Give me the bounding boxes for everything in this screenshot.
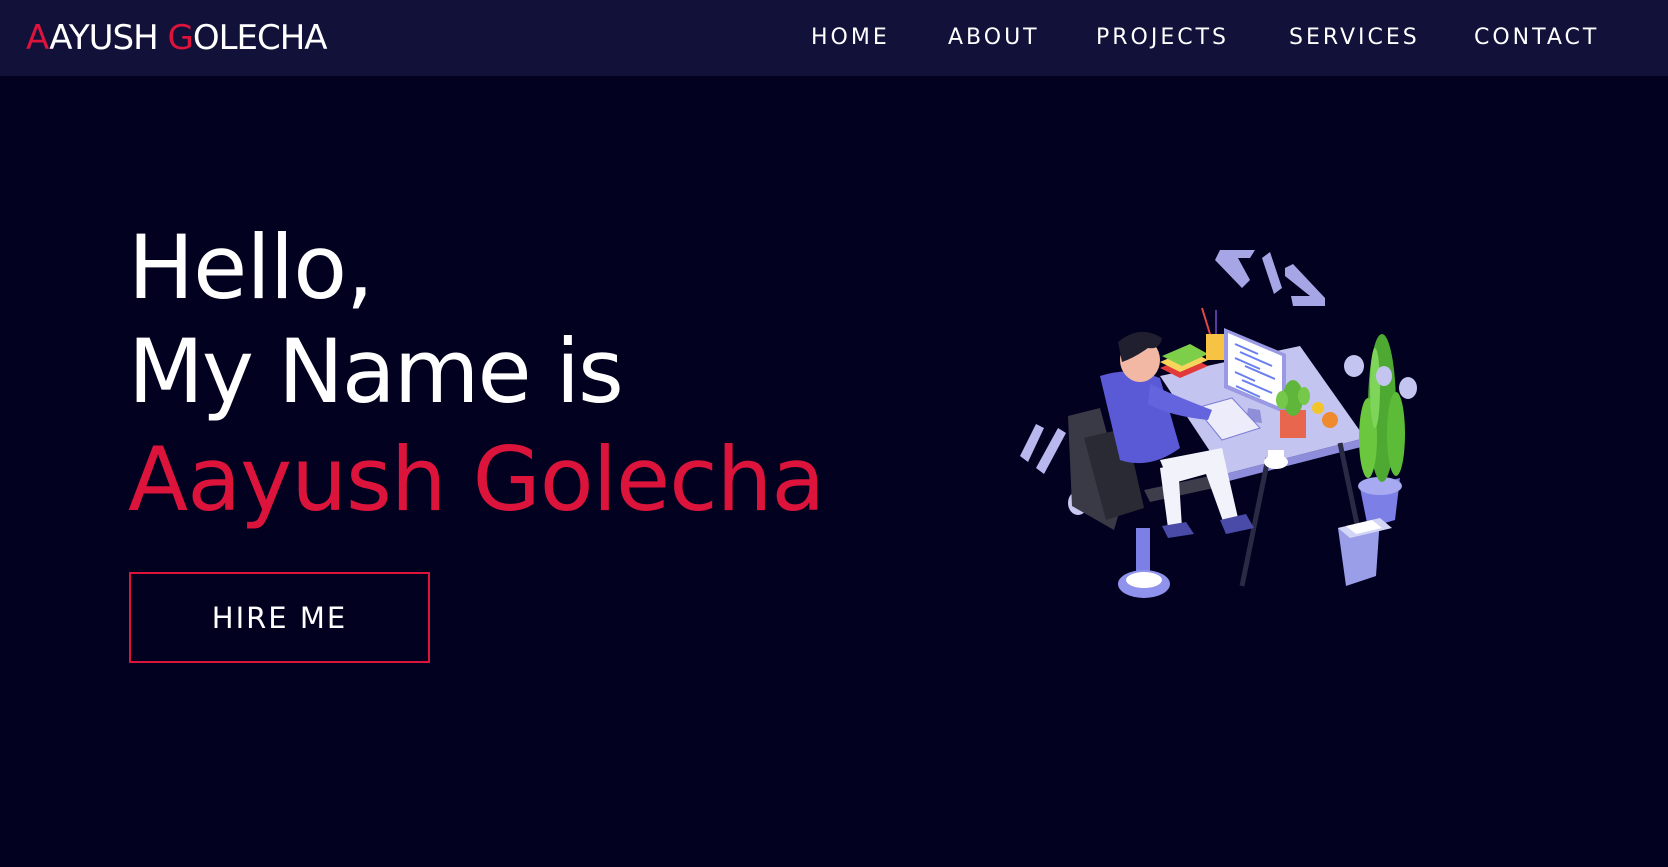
nav-link-about[interactable]: ABOUT [948,24,1040,52]
nav-menu: HOME ABOUT PROJECTS SERVICES CONTACT [0,24,1668,52]
hero-greeting: Hello, [128,216,374,319]
plant-icon [1358,334,1405,528]
hire-me-button[interactable]: HIRE ME [129,572,430,663]
hero-name: Aayush Golecha [128,428,825,531]
navbar: AAYUSH GOLECHA HOME ABOUT PROJECTS SERVI… [0,0,1668,76]
developer-at-desk-illustration [1020,250,1417,598]
nav-link-home[interactable]: HOME [811,24,890,52]
nav-link-services[interactable]: SERVICES [1289,24,1420,52]
nav-link-projects[interactable]: PROJECTS [1096,24,1229,52]
nav-link-contact[interactable]: CONTACT [1474,24,1599,52]
trash-bin-icon [1338,518,1392,586]
code-tag-icon [1215,250,1325,306]
headphones-icon [1322,412,1338,428]
pencil-holder-icon [1206,334,1224,360]
hero-intro: My Name is [128,320,624,423]
